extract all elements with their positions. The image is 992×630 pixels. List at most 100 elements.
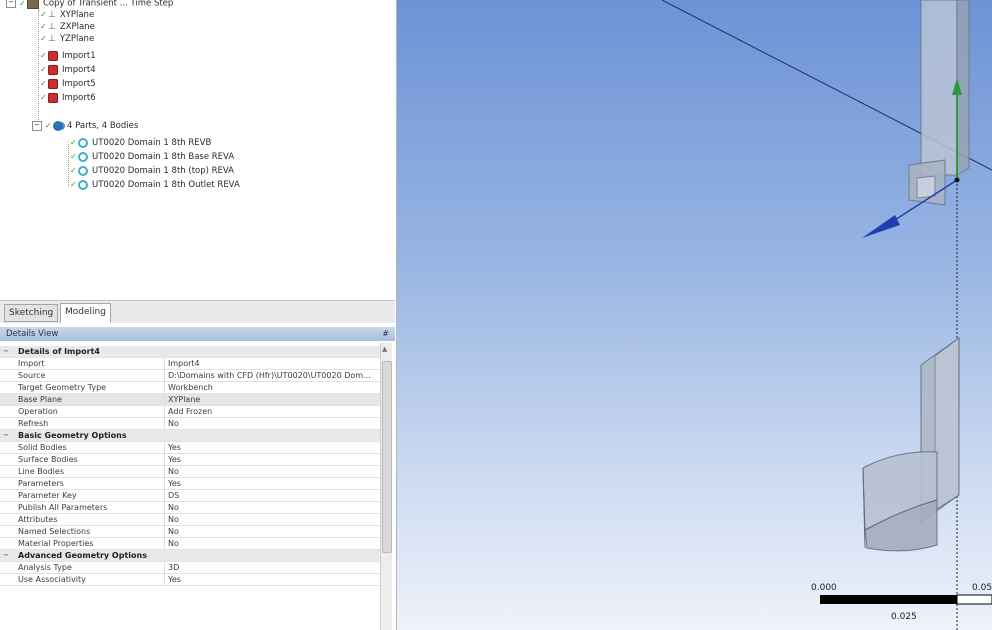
details-row[interactable]: Publish All Parameters No xyxy=(0,502,380,514)
tree-item-xyplane[interactable]: ✓⊥ XYPlane xyxy=(40,9,94,21)
details-row-value[interactable]: Import4 xyxy=(165,358,380,369)
details-row-label: Operation xyxy=(14,406,165,417)
collapse-icon[interactable]: − xyxy=(32,120,42,131)
details-row[interactable]: Named Selections No xyxy=(0,526,380,538)
tree-item-label: UT0020 Domain 1 8th REVB xyxy=(92,138,212,148)
details-row-value[interactable]: 3D xyxy=(165,562,380,573)
collapse-icon[interactable]: − xyxy=(3,346,9,357)
z-axis-arrowhead xyxy=(862,215,900,238)
details-row-value[interactable]: Yes xyxy=(165,442,380,453)
details-row-label: Refresh xyxy=(14,418,165,429)
check-icon: ✓ xyxy=(40,79,47,88)
scale-bar-black xyxy=(820,595,957,604)
details-row-label: Import xyxy=(14,358,165,369)
tab-bar: Sketching Modeling xyxy=(0,300,395,323)
import-icon xyxy=(48,50,58,61)
tree-item-label: Import5 xyxy=(62,79,96,89)
details-row[interactable]: Line Bodies No xyxy=(0,466,380,478)
details-row-value[interactable]: Yes xyxy=(165,478,380,489)
model-scene xyxy=(661,0,992,630)
scrollbar-thumb[interactable] xyxy=(382,361,392,553)
details-row-label: Details of Import4 xyxy=(18,347,100,356)
details-row[interactable]: Surface Bodies Yes xyxy=(0,454,380,466)
details-row-value[interactable]: No xyxy=(165,418,380,429)
details-row-value[interactable]: XYPlane xyxy=(165,394,380,405)
details-row[interactable]: Solid Bodies Yes xyxy=(0,442,380,454)
details-row[interactable]: Parameter Key DS xyxy=(0,490,380,502)
details-view-title: Details View xyxy=(6,329,59,339)
tree-item-body[interactable]: ✓ UT0020 Domain 1 8th Outlet REVA xyxy=(70,179,240,191)
pin-icon[interactable]: # xyxy=(382,327,389,341)
tree-item-label: ZXPlane xyxy=(59,22,95,32)
tree-item-import1[interactable]: ✓ Import1 xyxy=(40,50,96,62)
details-row[interactable]: Target Geometry Type Workbench xyxy=(0,382,380,394)
collapse-icon[interactable]: − xyxy=(3,550,9,561)
details-row-label: Target Geometry Type xyxy=(14,382,165,393)
details-row-label: Surface Bodies xyxy=(14,454,165,465)
tree-item-body[interactable]: ✓ UT0020 Domain 1 8th (top) REVA xyxy=(70,165,234,177)
check-icon: ✓ xyxy=(70,152,77,161)
details-row-value[interactable]: Workbench xyxy=(165,382,380,393)
tree-item-parts[interactable]: − ✓ 4 Parts, 4 Bodies xyxy=(32,120,138,132)
details-group-header[interactable]: − Basic Geometry Options xyxy=(0,430,380,442)
details-row-value[interactable]: D:\Domains with CFD (Hfr)\UT0020\UT0020 … xyxy=(165,370,380,381)
tree-item-body[interactable]: ✓ UT0020 Domain 1 8th REVB xyxy=(70,137,211,149)
details-group-header[interactable]: − Details of Import4 xyxy=(0,346,380,358)
details-row-label: Parameter Key xyxy=(14,490,165,501)
tree-root[interactable]: − ✓ Copy of Transient ... Time Step xyxy=(6,0,173,9)
check-icon: ✓ xyxy=(70,180,77,189)
details-row[interactable]: Use Associativity Yes xyxy=(0,574,380,586)
tab-modeling[interactable]: Modeling xyxy=(60,303,111,323)
details-row[interactable]: Parameters Yes xyxy=(0,478,380,490)
details-scrollbar[interactable]: ▲ xyxy=(380,343,392,630)
details-row[interactable]: Refresh No xyxy=(0,418,380,430)
import-icon xyxy=(48,64,58,75)
scroll-up-icon[interactable]: ▲ xyxy=(382,345,387,353)
tree-item-label: Import1 xyxy=(62,51,96,61)
details-row[interactable]: Operation Add Frozen xyxy=(0,406,380,418)
details-row-value[interactable]: No xyxy=(165,526,380,537)
details-row-label: Material Properties xyxy=(14,538,165,549)
plane-icon: ⊥ xyxy=(48,33,56,44)
details-row-label: Publish All Parameters xyxy=(14,502,165,513)
details-row-value[interactable]: No xyxy=(165,466,380,477)
graphics-viewport[interactable]: 0.000 0.050 0.025 xyxy=(397,0,992,630)
details-group-header[interactable]: − Advanced Geometry Options xyxy=(0,550,380,562)
tree-item-import5[interactable]: ✓ Import5 xyxy=(40,78,96,90)
details-row-value[interactable]: Add Frozen xyxy=(165,406,380,417)
details-row[interactable]: Material Properties No xyxy=(0,538,380,550)
details-row[interactable]: Attributes No xyxy=(0,514,380,526)
tree-item-yzplane[interactable]: ✓⊥ YZPlane xyxy=(40,33,94,45)
check-icon: ✓ xyxy=(70,166,77,175)
details-row-value[interactable]: DS xyxy=(165,490,380,501)
details-row[interactable]: Analysis Type 3D xyxy=(0,562,380,574)
tree-item-zxplane[interactable]: ✓⊥ ZXPlane xyxy=(40,21,95,33)
body-icon xyxy=(78,179,88,190)
tree-item-import6[interactable]: ✓ Import6 xyxy=(40,92,96,104)
details-row-label: Named Selections xyxy=(14,526,165,537)
check-icon: ✓ xyxy=(19,0,26,8)
collapse-icon[interactable]: − xyxy=(3,430,9,441)
tree-item-label: XYPlane xyxy=(59,10,95,20)
tree-item-import4[interactable]: ✓ Import4 xyxy=(40,64,96,76)
details-row-label: Use Associativity xyxy=(14,574,165,585)
check-icon: ✓ xyxy=(40,22,47,31)
tab-sketching[interactable]: Sketching xyxy=(4,304,59,322)
collapse-icon[interactable]: − xyxy=(6,0,16,8)
details-view-title-bar: Details View # xyxy=(0,327,395,341)
details-row-value[interactable]: Yes xyxy=(165,454,380,465)
details-row[interactable]: Source D:\Domains with CFD (Hfr)\UT0020\U… xyxy=(0,370,380,382)
details-row-value[interactable]: No xyxy=(165,538,380,549)
details-row[interactable]: Base Plane XYPlane xyxy=(0,394,380,406)
details-row-value[interactable]: No xyxy=(165,514,380,525)
details-row-value[interactable]: Yes xyxy=(165,574,380,585)
details-row[interactable]: Import Import4 xyxy=(0,358,380,370)
details-row-label: Solid Bodies xyxy=(14,442,165,453)
tree-item-body[interactable]: ✓ UT0020 Domain 1 8th Base REVA xyxy=(70,151,234,163)
geometry-icon xyxy=(27,0,39,9)
upper-body-shape xyxy=(920,0,958,176)
check-icon: ✓ xyxy=(70,138,77,147)
tree-item-label: UT0020 Domain 1 8th (top) REVA xyxy=(92,166,234,176)
details-row-value[interactable]: No xyxy=(165,502,380,513)
check-icon: ✓ xyxy=(40,34,47,43)
